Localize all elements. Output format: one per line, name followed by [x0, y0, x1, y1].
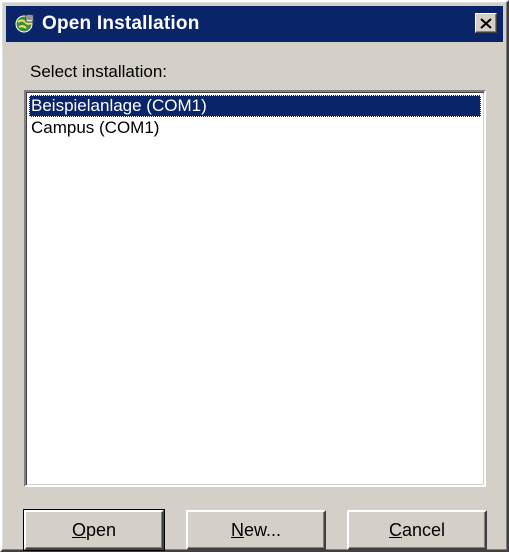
- new-button-label: New...: [230, 519, 282, 540]
- new-button[interactable]: New...: [186, 510, 326, 550]
- select-installation-label: Select installation:: [30, 62, 168, 81]
- title-bar[interactable]: Open Installation: [6, 6, 503, 42]
- open-installation-dialog: Open Installation Select installation: B…: [0, 0, 509, 552]
- installation-listbox[interactable]: Beispielanlage (COM1) Campus (COM1): [24, 90, 486, 487]
- list-item[interactable]: Beispielanlage (COM1): [29, 95, 481, 117]
- open-button-label: Open: [71, 519, 117, 540]
- close-icon: [480, 17, 492, 29]
- list-item[interactable]: Campus (COM1): [29, 117, 481, 139]
- cancel-button[interactable]: Cancel: [347, 510, 487, 550]
- open-button[interactable]: Open: [23, 509, 165, 551]
- cancel-button-label: Cancel: [388, 519, 446, 540]
- close-button[interactable]: [475, 13, 497, 33]
- window-title: Open Installation: [42, 13, 200, 34]
- installation-globe-icon: [12, 12, 36, 36]
